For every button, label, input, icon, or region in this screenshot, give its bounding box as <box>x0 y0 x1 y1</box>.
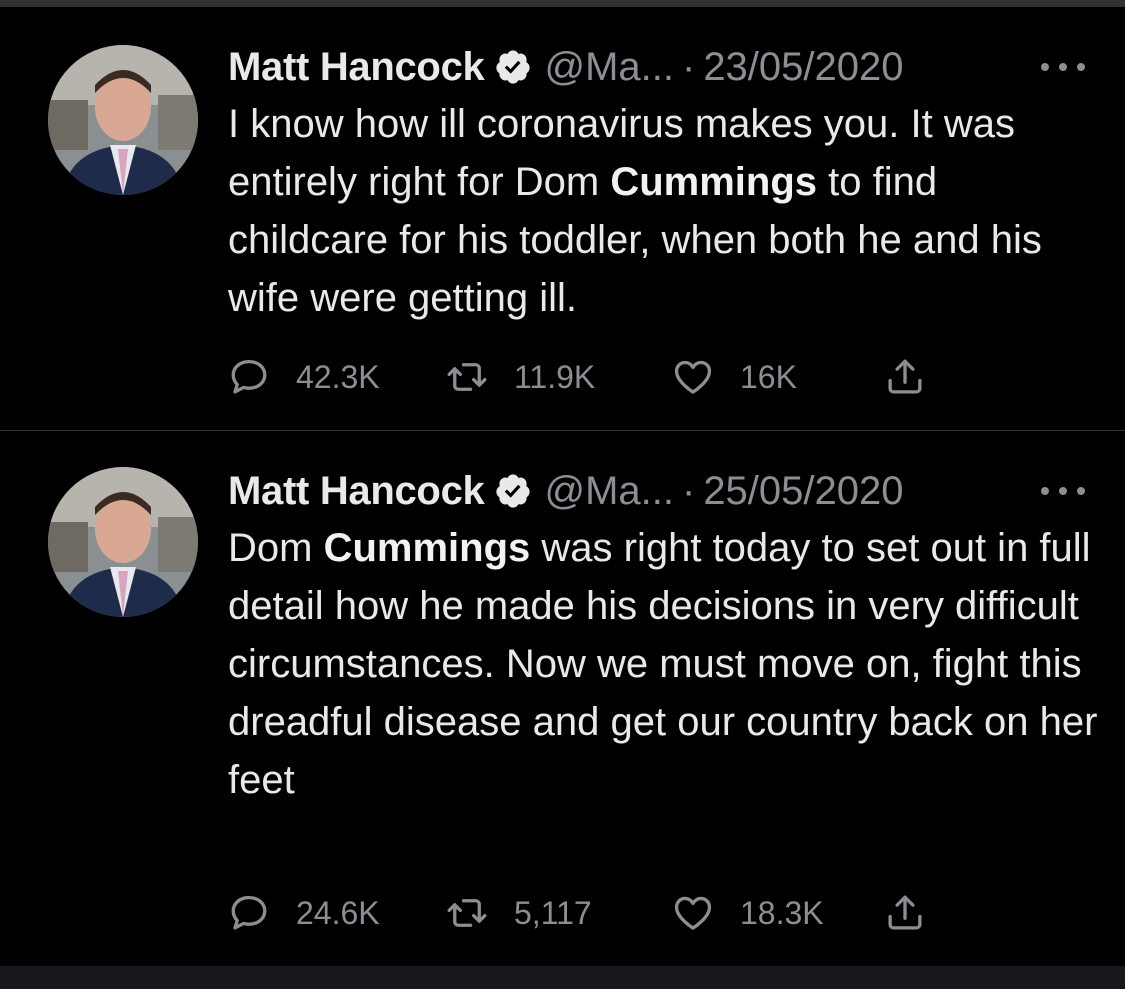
share-button[interactable] <box>884 352 926 402</box>
avatar-photo <box>48 45 198 195</box>
tweet-header: Matt Hancock @Ma... · 23/05/2020 <box>228 39 1085 95</box>
tweet-header: Matt Hancock @Ma... · 25/05/2020 <box>228 463 1085 519</box>
like-button[interactable]: 18.3K <box>672 888 824 938</box>
retweet-count: 5,117 <box>514 894 592 931</box>
separator-dot: · <box>681 468 696 513</box>
verified-badge-icon <box>494 472 532 510</box>
verified-badge-icon <box>494 48 532 86</box>
author-name[interactable]: Matt Hancock <box>228 45 485 90</box>
tweet-actions: 42.3K 11.9K 16K <box>228 352 988 402</box>
share-icon <box>888 359 922 394</box>
reply-button[interactable]: 42.3K <box>228 352 380 402</box>
tweet-text: I know how ill coronavirus makes you. It… <box>228 95 1098 327</box>
author-handle[interactable]: @Ma... <box>544 45 674 90</box>
tweet-text-highlight: Cummings <box>610 160 818 204</box>
top-edge <box>0 0 1125 7</box>
tweet-text-highlight: Cummings <box>323 526 531 570</box>
retweet-button[interactable]: 5,117 <box>446 888 592 938</box>
share-button[interactable] <box>884 888 926 938</box>
like-icon <box>674 896 712 930</box>
retweet-icon <box>447 363 487 391</box>
share-icon <box>888 895 922 930</box>
like-count: 16K <box>740 358 797 395</box>
tweet-text: Dom Cummings was right today to set out … <box>228 519 1098 809</box>
tweet-actions: 24.6K 5,117 18.3K <box>228 888 988 938</box>
like-icon <box>674 360 712 394</box>
author-name[interactable]: Matt Hancock <box>228 469 485 514</box>
like-button[interactable]: 16K <box>672 352 797 402</box>
reply-count: 24.6K <box>296 894 380 931</box>
tweet-text-part: Dom <box>228 526 324 570</box>
tweet-card[interactable]: Matt Hancock @Ma... · 23/05/2020 I know … <box>0 7 1125 430</box>
like-count: 18.3K <box>740 894 824 931</box>
more-dots-icon[interactable] <box>1041 47 1085 87</box>
reply-button[interactable]: 24.6K <box>228 888 380 938</box>
tweet-date[interactable]: 25/05/2020 <box>703 469 903 514</box>
retweet-count: 11.9K <box>514 358 596 395</box>
reply-icon <box>231 359 267 394</box>
tweet-card[interactable]: Matt Hancock @Ma... · 25/05/2020 Dom Cum… <box>0 431 1125 966</box>
tweet-date[interactable]: 23/05/2020 <box>703 45 903 90</box>
author-handle[interactable]: @Ma... <box>544 469 674 514</box>
separator-dot: · <box>681 44 696 89</box>
avatar[interactable] <box>48 467 198 617</box>
retweet-button[interactable]: 11.9K <box>446 352 595 402</box>
reply-icon <box>231 895 267 930</box>
avatar-photo <box>48 467 198 617</box>
retweet-icon <box>447 899 487 927</box>
more-dots-icon[interactable] <box>1041 471 1085 511</box>
avatar[interactable] <box>48 45 198 195</box>
reply-count: 42.3K <box>296 358 380 395</box>
bottom-edge <box>0 966 1125 989</box>
